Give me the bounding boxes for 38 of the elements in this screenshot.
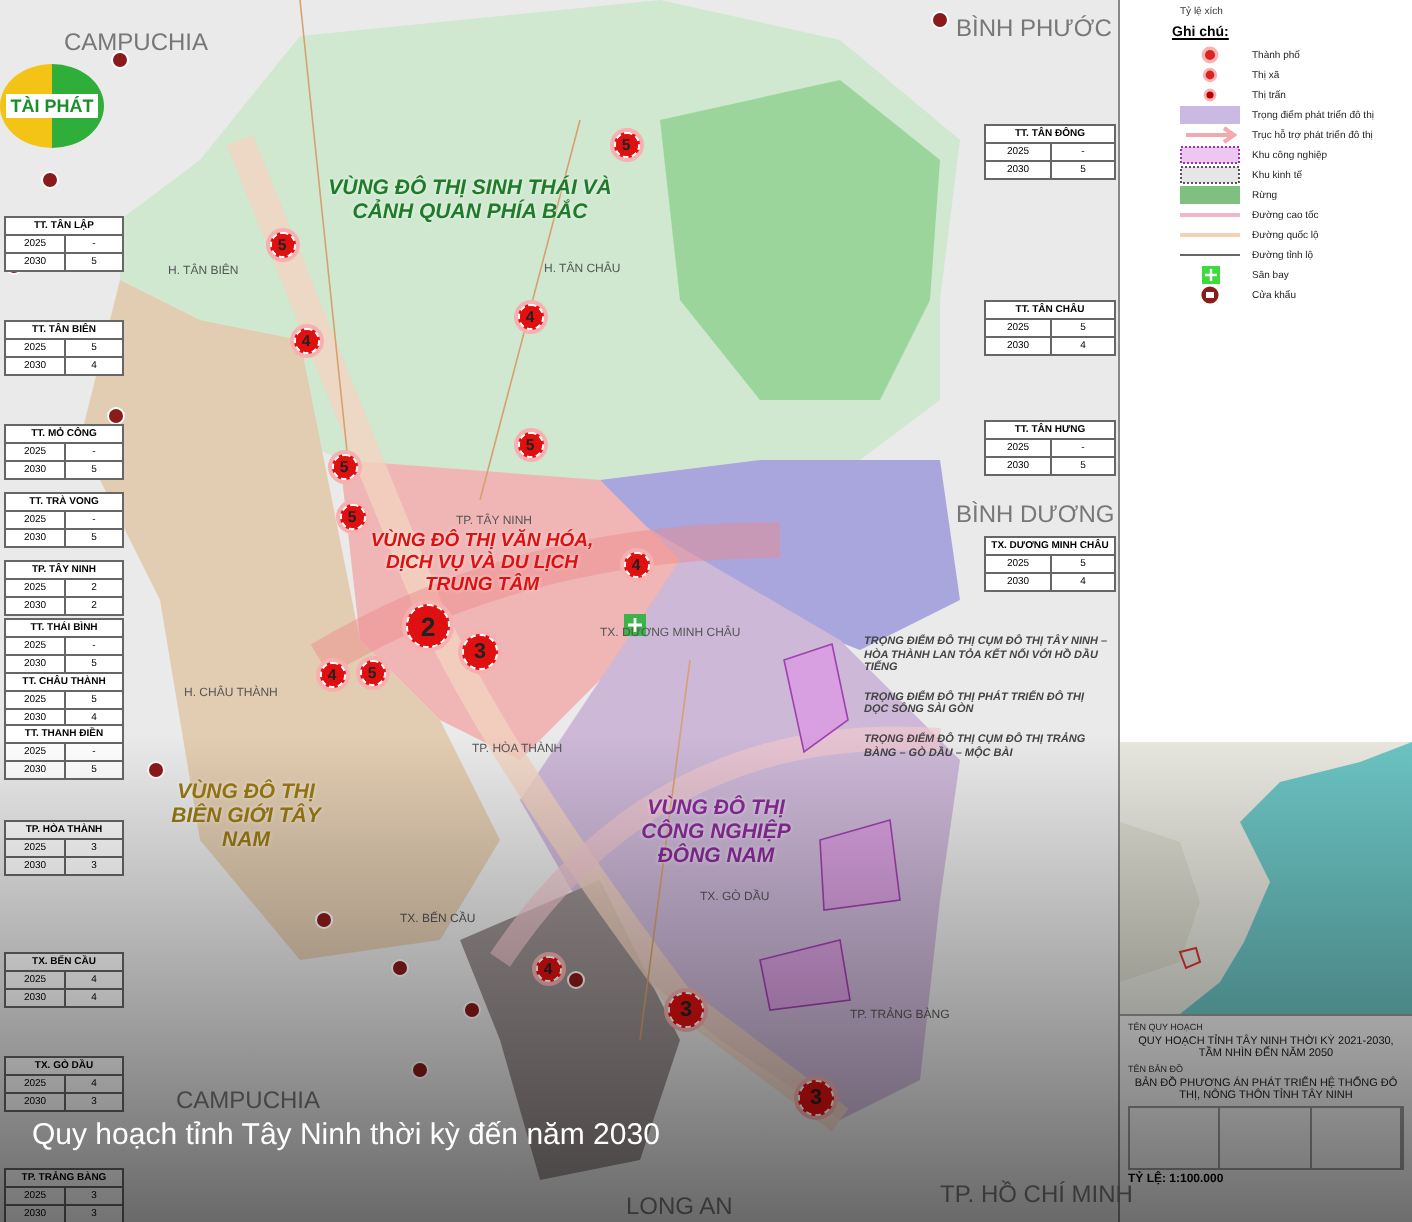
border-gate-icon [147,761,165,779]
region-label: CAMPUCHIA [176,1086,321,1114]
rank-marker: 3 [462,634,498,670]
border-gate-icon [411,1061,429,1079]
swatch-icon [1180,186,1240,204]
rank-marker: 2 [406,604,450,648]
dot-icon [1201,46,1219,64]
region-label: TP. HỒ CHÍ MINH [940,1180,1133,1208]
caption-text: Quy hoạch tỉnh Tây Ninh thời kỳ đến năm 2030 [32,1118,660,1152]
dot-icon [1202,67,1218,83]
line-icon [1180,213,1240,217]
region-label: BÌNH PHƯỚC [956,14,1112,42]
rank-marker: 3 [668,992,704,1028]
region-label: CAMPUCHIA [64,28,209,56]
border-gate-icon [931,11,949,29]
region-label: BÌNH DƯƠNG [956,500,1115,528]
border-gate-icon [391,959,409,977]
border-gate-icon [567,971,585,989]
industrial-zone-area [819,818,901,911]
line-icon [1180,233,1240,237]
industrial-zone-area [783,642,849,754]
rank-marker: 3 [798,1080,834,1116]
border-gate-icon [463,1001,481,1019]
line-icon [1180,254,1240,256]
airport-icon [1202,266,1220,284]
zone-label: VÙNG ĐÔ THỊ BIÊN GIỚI TÂY NAM [169,780,324,853]
border-gate-icon [315,911,333,929]
hatched-swatch-icon [1180,166,1240,184]
arrow-icon [1184,126,1238,144]
zone-label: VÙNG ĐÔ THỊ SINH THÁI VÀ CẢNH QUAN PHÍA BẮC [326,176,614,225]
hatched-swatch-icon [1180,146,1240,164]
border-gate-icon [1201,286,1219,304]
border-gate-icon [111,51,129,69]
swatch-icon [1180,106,1240,124]
border-gate-icon [41,171,59,189]
zone-label: VÙNG ĐÔ THỊ VĂN HÓA, DỊCH VỤ VÀ DU LỊCH TRUNG TÂM [368,532,596,598]
industrial-zone-area [759,939,851,1011]
dot-icon [1203,88,1217,102]
